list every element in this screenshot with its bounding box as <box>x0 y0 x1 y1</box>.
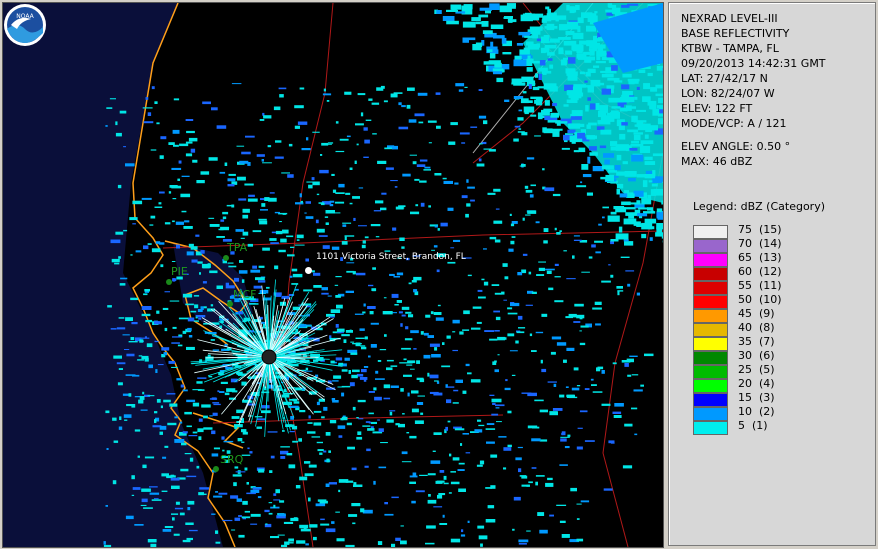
legend-swatch <box>693 281 728 295</box>
legend-swatch <box>693 337 728 351</box>
info-panel: NEXRAD LEVEL-III BASE REFLECTIVITY KTBW … <box>668 2 876 546</box>
mode-vcp: MODE/VCP: A / 121 <box>681 117 787 130</box>
legend-label: 15 (3) <box>738 391 775 404</box>
radar-map[interactable]: TPA PIE MCF SRQ 1101 Victoria Street, Br… <box>2 2 664 548</box>
legend-swatch <box>693 351 728 365</box>
city-label-pie: PIE <box>171 265 188 278</box>
legend-swatch <box>693 309 728 323</box>
legend-label: 70 (14) <box>738 237 782 250</box>
legend-swatch <box>693 365 728 379</box>
noaa-logo-text: NOAA <box>16 13 34 20</box>
city-marker-tpa <box>223 255 229 261</box>
legend-swatch <box>693 295 728 309</box>
legend-swatch <box>693 393 728 407</box>
legend-swatch <box>693 379 728 393</box>
legend-swatch <box>693 225 728 239</box>
legend-title: Legend: dBZ (Category) <box>693 200 825 213</box>
city-marker-mcf <box>227 301 233 307</box>
legend-label: 45 (9) <box>738 307 775 320</box>
legend-label: 25 (5) <box>738 363 775 376</box>
noaa-logo: NOAA <box>4 4 46 46</box>
legend-label: 35 (7) <box>738 335 775 348</box>
radar-site-marker <box>261 349 277 365</box>
city-label-mcf: MCF <box>233 288 257 301</box>
legend-label: 65 (13) <box>738 251 782 264</box>
legend-label: 5 (1) <box>738 419 768 432</box>
legend-label: 10 (2) <box>738 405 775 418</box>
legend-swatch <box>693 421 728 435</box>
legend-swatch <box>693 407 728 421</box>
legend-label: 40 (8) <box>738 321 775 334</box>
legend-swatch <box>693 253 728 267</box>
legend-label: 75 (15) <box>738 223 782 236</box>
legend-label: 55 (11) <box>738 279 782 292</box>
max-dbz: MAX: 46 dBZ <box>681 155 753 168</box>
legend-swatch <box>693 267 728 281</box>
legend-swatch <box>693 323 728 337</box>
city-marker-srq <box>213 466 219 472</box>
city-label-srq: SRQ <box>220 453 244 466</box>
legend-label: 50 (10) <box>738 293 782 306</box>
legend-swatch <box>693 239 728 253</box>
legend-label: 60 (12) <box>738 265 782 278</box>
legend-label: 20 (4) <box>738 377 775 390</box>
radar-canvas <box>3 3 663 547</box>
city-label-tpa: TPA <box>227 241 248 254</box>
address-label: 1101 Victoria Street, Brandon, FL <box>316 252 466 262</box>
address-marker[interactable] <box>305 267 312 274</box>
city-marker-pie <box>166 279 172 285</box>
legend-label: 30 (6) <box>738 349 775 362</box>
